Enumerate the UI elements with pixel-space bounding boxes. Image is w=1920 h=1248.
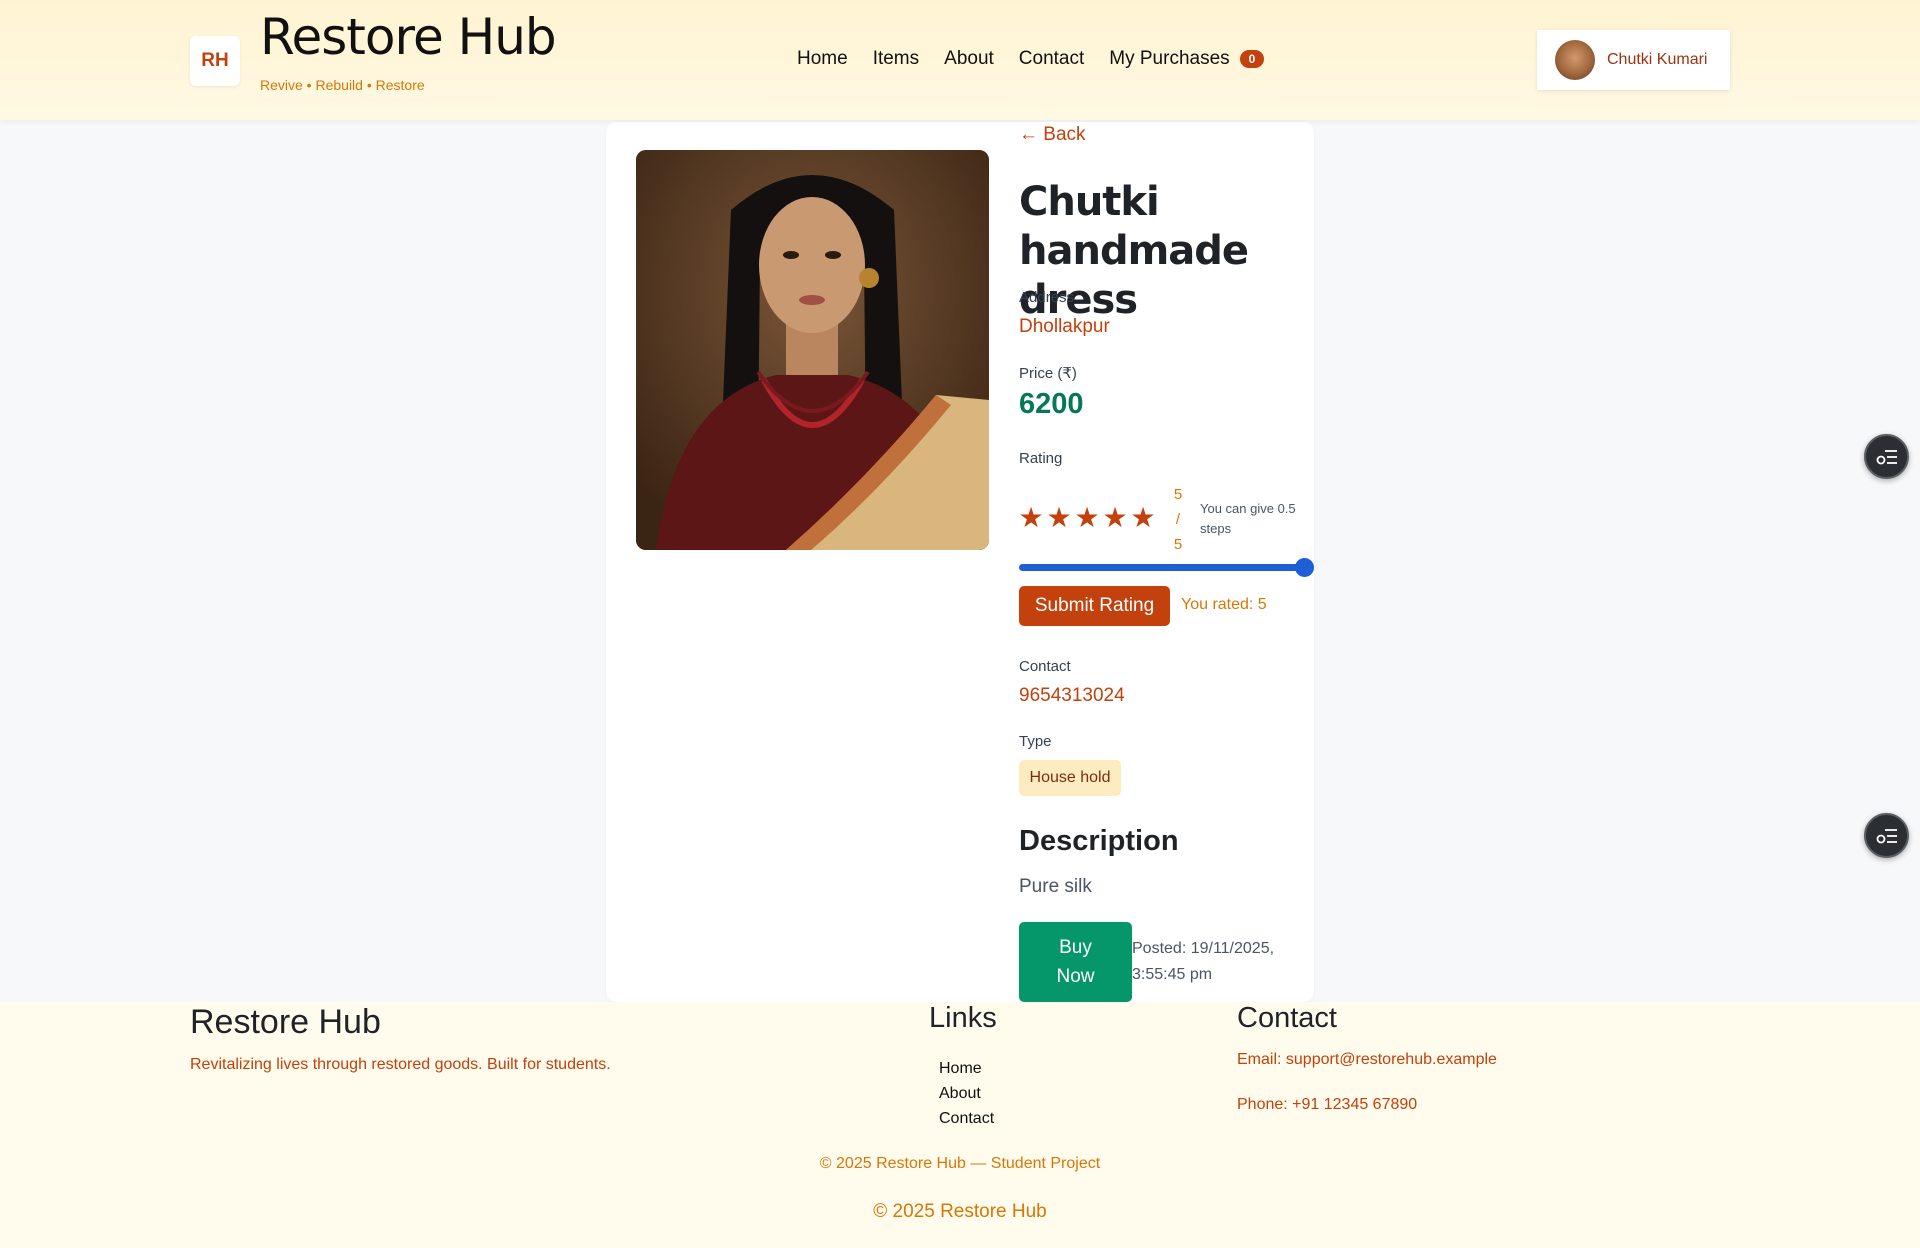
contact-label: Contact (1019, 658, 1071, 675)
footer-link-contact[interactable]: Contact (939, 1110, 994, 1128)
rating-slider-thumb[interactable] (1295, 558, 1314, 577)
logo-text: RH (201, 50, 229, 71)
site-tagline: Revive • Rebuild • Restore (260, 77, 425, 93)
footer-phone: Phone: +91 12345 67890 (1237, 1096, 1418, 1113)
rating-display: 5 / 5 (1171, 482, 1185, 557)
type-badge: House hold (1019, 760, 1121, 796)
nav-about[interactable]: About (944, 48, 994, 70)
footer-copyright-secondary: © 2025 Restore Hub (873, 1201, 1047, 1222)
rated-status: You rated: 5 (1181, 596, 1267, 613)
footer-link-about[interactable]: About (939, 1085, 981, 1103)
address-label: Address (1019, 289, 1075, 306)
footer-links-heading: Links (929, 1002, 997, 1034)
logo[interactable]: RH (190, 36, 240, 86)
nav-items[interactable]: Items (873, 48, 919, 70)
type-label: Type (1019, 733, 1052, 750)
star-icon[interactable]: ★ (1101, 504, 1129, 532)
back-link[interactable]: ← Back (1019, 124, 1086, 146)
item-photo-image (636, 150, 989, 550)
star-icon[interactable]: ★ (1017, 504, 1045, 532)
user-name: Chutki Kumari (1607, 51, 1708, 68)
price-label: Price (₹) (1019, 365, 1077, 382)
settings-list-icon (1876, 449, 1897, 464)
footer-email: Email: support@restorehub.example (1237, 1051, 1497, 1068)
footer-contact-heading: Contact (1237, 1002, 1337, 1034)
footer-brand: Restore Hub (190, 1003, 381, 1041)
purchases-count-badge: 0 (1239, 50, 1265, 68)
contact-value: 9654313024 (1019, 685, 1125, 706)
submit-rating-button[interactable]: Submit Rating (1019, 586, 1170, 626)
description-heading: Description (1019, 825, 1179, 857)
nav-my-purchases[interactable]: My Purchases 0 (1109, 48, 1265, 70)
rating-hint: You can give 0.5 steps (1200, 501, 1296, 536)
user-menu[interactable]: Chutki Kumari (1537, 30, 1730, 90)
nav-contact[interactable]: Contact (1019, 48, 1084, 70)
posted-date: Posted: 19/11/2025, 3:55:45 pm (1132, 940, 1275, 983)
rating-label: Rating (1019, 450, 1063, 467)
footer-tagline: Revitalizing lives through restored good… (190, 1056, 611, 1073)
footer-link-home[interactable]: Home (939, 1060, 982, 1078)
description-text: Pure silk (1019, 876, 1092, 897)
star-icon[interactable]: ★ (1045, 504, 1073, 532)
floating-tools-button[interactable] (1864, 434, 1909, 479)
back-label: Back (1043, 124, 1086, 145)
main-nav: Home Items About Contact My Purchases 0 (797, 48, 1265, 70)
nav-my-purchases-label: My Purchases (1109, 48, 1230, 69)
arrow-left-icon: ← (1019, 124, 1044, 145)
price-value: 6200 (1019, 388, 1084, 420)
floating-tools-button-2[interactable] (1864, 813, 1909, 858)
nav-home[interactable]: Home (797, 48, 848, 70)
item-photo (636, 150, 989, 550)
rating-max: 5 (1173, 536, 1183, 553)
rating-slider-track[interactable] (1019, 564, 1305, 571)
site-title[interactable]: Restore Hub (260, 8, 557, 66)
rating-separator: / (1175, 511, 1181, 528)
settings-list-icon (1876, 828, 1897, 843)
rating-stars[interactable]: ★ ★ ★ ★ ★ (1017, 504, 1157, 532)
buy-now-button[interactable]: Buy Now (1019, 922, 1132, 1002)
footer-copyright: © 2025 Restore Hub — Student Project (819, 1155, 1101, 1172)
avatar (1555, 40, 1595, 80)
star-icon[interactable]: ★ (1073, 504, 1101, 532)
rating-current: 5 (1173, 486, 1183, 503)
star-icon[interactable]: ★ (1129, 504, 1157, 532)
address-value: Dhollakpur (1019, 316, 1110, 337)
